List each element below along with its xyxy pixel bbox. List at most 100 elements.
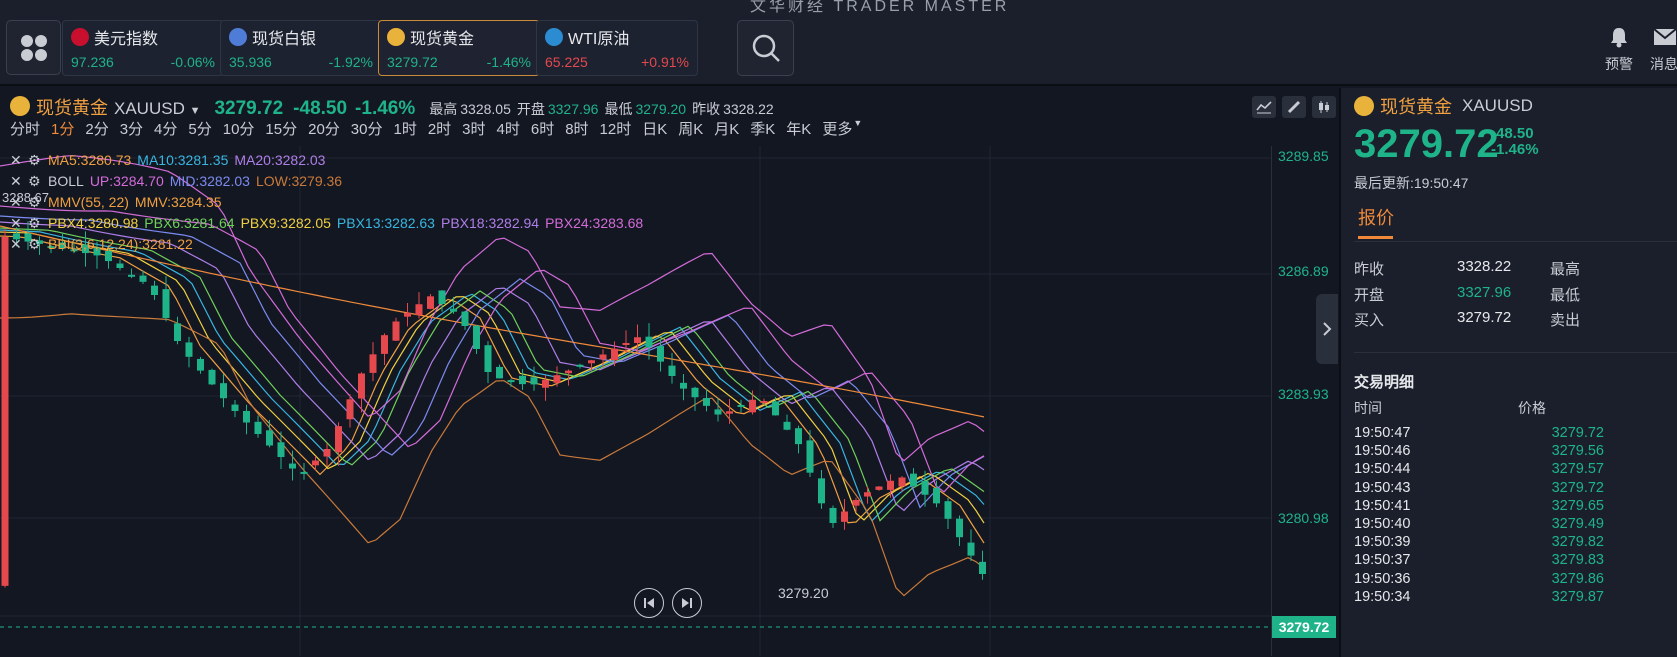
timeframe-tab[interactable]: 2时 — [428, 118, 451, 139]
gear-icon[interactable]: ⚙ — [28, 171, 48, 192]
gear-icon[interactable]: ⚙ — [28, 234, 48, 255]
timeframe-tab[interactable]: 月K — [714, 118, 739, 139]
candle-body — [749, 399, 756, 413]
timeframe-tab[interactable]: 年K — [786, 118, 811, 139]
bell-icon — [1611, 28, 1627, 48]
alert-button[interactable]: 预警 — [1597, 26, 1641, 74]
timeframe-tab[interactable]: 8时 — [565, 118, 588, 139]
trade-time: 19:50:37 — [1354, 552, 1411, 569]
candle-body — [611, 348, 618, 361]
candle-body — [300, 471, 308, 474]
candle-body — [507, 380, 515, 383]
jump-start-button[interactable] — [634, 588, 664, 618]
remove-pbx-icon[interactable]: ✕ — [10, 213, 28, 234]
candle-style-button[interactable] — [1312, 96, 1336, 118]
quote-change: -48.50 — [1491, 125, 1534, 142]
candle-body — [197, 358, 204, 371]
quote-change-block: -48.50 -1.46% — [1491, 126, 1539, 158]
indicator-tool-button[interactable] — [1252, 96, 1276, 118]
ticker-card[interactable]: 现货黄金 3279.72 -1.46% — [378, 20, 540, 76]
timeframe-tab[interactable]: 季K — [750, 118, 775, 139]
candle-body — [910, 473, 917, 487]
candle-body — [312, 460, 319, 466]
candle-body — [519, 375, 526, 385]
boll-label: BOLL — [48, 173, 84, 189]
timeframe-tab[interactable]: 1分 — [51, 118, 74, 139]
timeframe-bar: 分时 1分 2分 3分 4分 5分 10分 15分 20分 30分 1时 2时 3时 4时 6时 8时 12时日… — [10, 118, 873, 139]
timeframe-tab[interactable]: 2分 — [85, 118, 108, 139]
timeframe-tab[interactable]: 周K — [678, 118, 703, 139]
ticker-card[interactable]: 美元指数 97.236 -0.06% — [62, 20, 224, 76]
candle-body — [645, 336, 653, 348]
trade-row: 19:50:40 3279.49 — [1354, 516, 1677, 534]
timeframe-tab[interactable]: 更多 — [822, 118, 852, 139]
timeframe-tab[interactable]: 分时 — [10, 118, 40, 139]
indicator-legend: ✕ ⚙ MA5:3280.73 MA10:3281.35 MA20:3282.03 … — [10, 150, 649, 255]
remove-mmv-icon[interactable]: ✕ — [10, 192, 28, 213]
timeframe-tab[interactable]: 6时 — [531, 118, 554, 139]
candle-body — [323, 449, 331, 457]
stat-value: 3327.96 — [1457, 284, 1512, 301]
chart-change-pct: -1.46% — [355, 98, 416, 119]
candle-body — [484, 345, 492, 372]
trade-price: 3279.86 — [1551, 570, 1604, 587]
ticker-card[interactable]: WTI原油 65.225 +0.91% — [536, 20, 698, 76]
chart-symbol-code[interactable]: XAUUSD ▼ — [114, 99, 200, 119]
tab-quote[interactable]: 报价 — [1358, 204, 1394, 230]
indicator-line — [0, 227, 985, 522]
ticker-head: 美元指数 — [71, 25, 215, 49]
chart-symbol-name[interactable]: 现货黄金 — [36, 94, 108, 120]
apps-grid-button[interactable] — [6, 20, 61, 75]
candle-body — [565, 370, 572, 374]
candle-body — [542, 379, 549, 388]
timeframe-tab[interactable]: 30分 — [351, 118, 383, 139]
indicator-value: PBX4:3280.98 — [48, 215, 139, 231]
low-label: 最低 — [604, 101, 633, 117]
remove-bbi-icon[interactable]: ✕ — [10, 234, 28, 255]
timeframe-tab[interactable]: 3分 — [120, 118, 143, 139]
gear-icon[interactable]: ⚙ — [28, 150, 48, 171]
candle-body — [208, 369, 216, 385]
candle-body — [599, 354, 607, 360]
chart-nav — [634, 588, 702, 618]
toggle-side-panel-button[interactable] — [1316, 294, 1338, 364]
remove-boll-icon[interactable]: ✕ — [10, 171, 28, 192]
jump-end-button[interactable] — [672, 588, 702, 618]
trade-price: 3279.83 — [1551, 552, 1604, 569]
timeframe-tab[interactable]: 3时 — [462, 118, 485, 139]
timeframe-tab[interactable]: 4时 — [497, 118, 520, 139]
indicator-value: MMV:3284.35 — [134, 194, 222, 210]
stat-label-2: 最高 — [1550, 261, 1581, 278]
timeframe-tab[interactable]: 1时 — [393, 118, 416, 139]
timeframe-tab[interactable]: 5分 — [188, 118, 211, 139]
trade-row: 19:50:34 3279.87 — [1354, 589, 1677, 607]
message-button[interactable]: 消息 — [1650, 26, 1677, 74]
timeframe-tab[interactable]: 20分 — [308, 118, 340, 139]
ticker-card[interactable]: 现货白银 35.936 -1.92% — [220, 20, 382, 76]
timeframe-tab[interactable]: 15分 — [265, 118, 297, 139]
indicator-value: PBX13:3282.63 — [336, 215, 435, 231]
gear-icon[interactable]: ⚙ — [28, 192, 48, 213]
line-chart-icon — [1256, 101, 1272, 114]
divider — [1354, 352, 1677, 353]
skip-back-icon — [644, 598, 654, 608]
timeframe-tab[interactable]: 日K — [642, 118, 667, 139]
remove-ma-icon[interactable]: ✕ — [10, 150, 28, 171]
candle-body — [220, 383, 227, 399]
trade-time: 19:50:46 — [1354, 443, 1411, 460]
search-button[interactable] — [737, 20, 794, 76]
draw-tool-button[interactable] — [1282, 96, 1306, 118]
caret-down-icon: ▼ — [853, 118, 863, 128]
indicator-value: MID:3282.03 — [169, 173, 250, 189]
stat-label-2: 卖出 — [1550, 312, 1581, 329]
candle-body — [231, 404, 239, 411]
quote-price: 3279.72 — [1354, 122, 1499, 166]
timeframe-tab[interactable]: 12时 — [600, 118, 632, 139]
candle-body — [588, 360, 595, 364]
candle-body — [841, 511, 848, 522]
ticker-name: 美元指数 — [94, 31, 159, 48]
timeframe-tab[interactable]: 4分 — [154, 118, 177, 139]
gear-icon[interactable]: ⚙ — [28, 213, 48, 234]
timeframe-tab[interactable]: 10分 — [223, 118, 255, 139]
last-update: 最后更新:19:50:47 — [1354, 175, 1469, 191]
